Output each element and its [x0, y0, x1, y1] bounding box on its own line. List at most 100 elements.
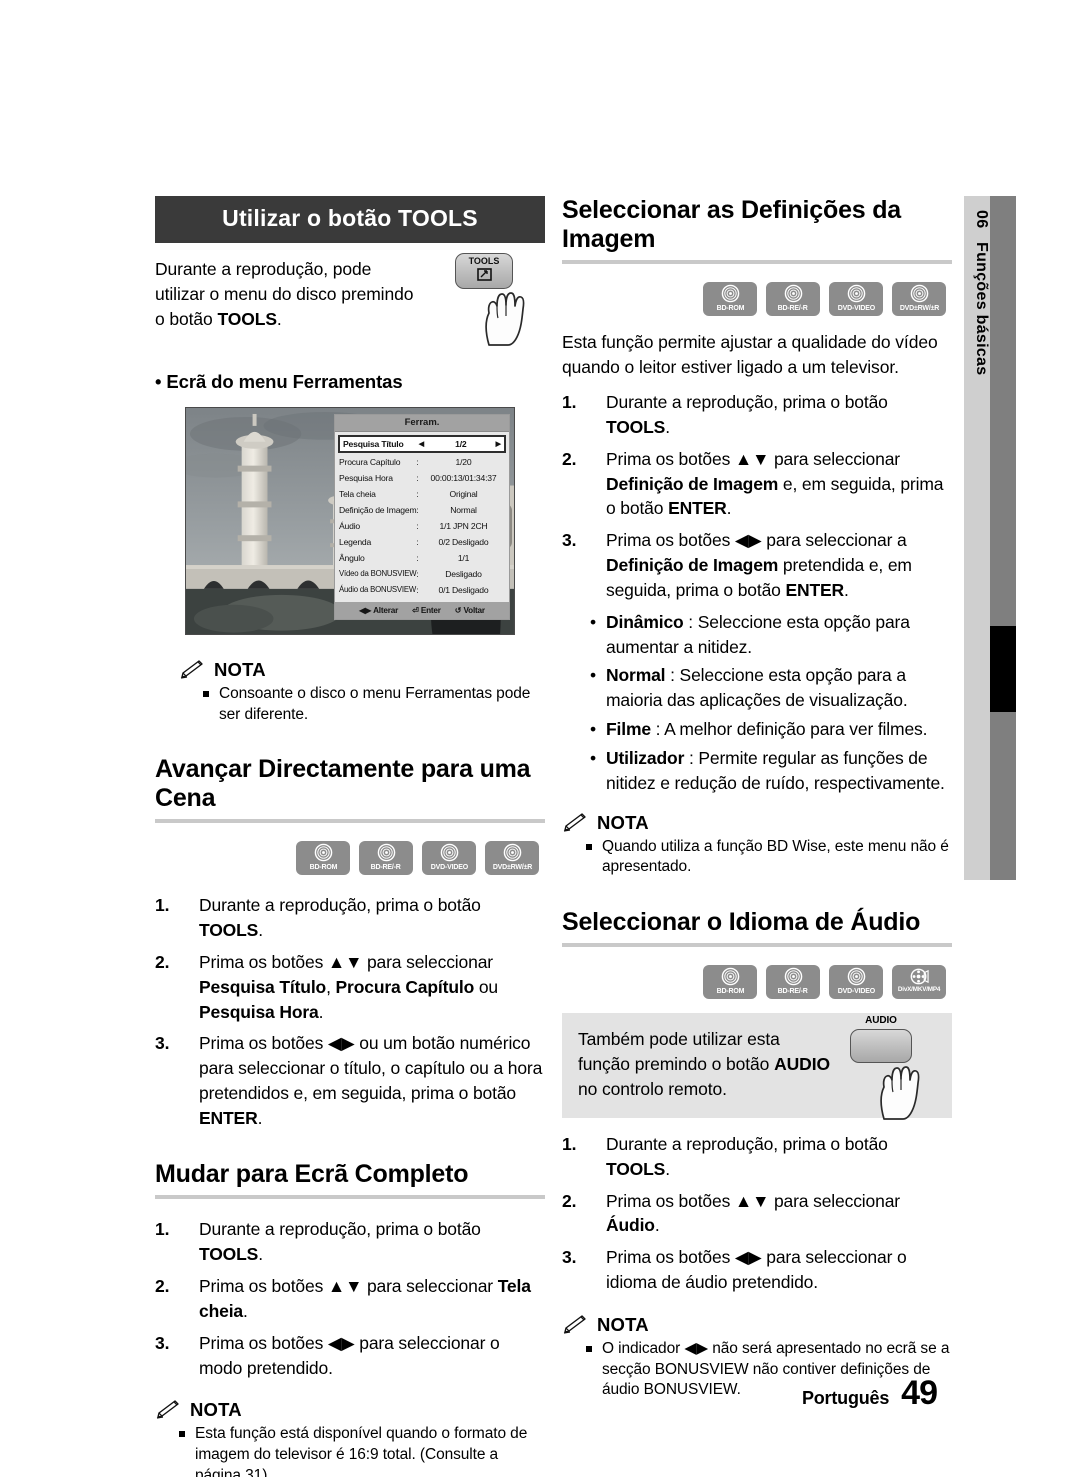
nota-label: NOTA — [597, 1314, 649, 1335]
menu-row-value: 1/20 — [455, 456, 472, 467]
disc-glyph-icon — [440, 843, 458, 862]
disc-icon-bd-rom: BD-ROM — [296, 841, 350, 876]
pencil-icon — [563, 812, 586, 832]
menu-row-value: 00:00:13/01:34:37 — [430, 472, 497, 483]
nota-header: NOTA — [562, 1314, 952, 1336]
menu-row-left-arrow-icon[interactable]: ◀ — [417, 441, 426, 448]
step-number: 3. — [562, 530, 577, 551]
left-column: Utilizar o botão TOOLS Durante a reprodu… — [155, 196, 545, 1477]
menu-row-value: 1/1 JPN 2CH — [439, 520, 488, 531]
step-item: 2. Prima os botões ▲▼ para seleccionar T… — [155, 1274, 545, 1324]
step-number: 1. — [562, 392, 577, 413]
step-number: 1. — [155, 1219, 170, 1240]
menu-row-tela-cheia[interactable]: Tela cheia : Original — [339, 486, 505, 502]
scene-section-steps: 1. Durante a reprodução, prima o botão T… — [155, 893, 545, 1131]
step-item: 2. Prima os botões ▲▼ para seleccionar P… — [155, 950, 545, 1025]
menu-row-key: Áudio — [339, 520, 360, 531]
pencil-icon — [180, 660, 203, 679]
disc-label: DVD-VIDEO — [430, 862, 468, 872]
fullscreen-section-heading: Mudar para Ecrã Completo — [155, 1159, 469, 1188]
menu-row-audio[interactable]: Áudio : 1/1 JPN 2CH — [339, 518, 505, 534]
menu-row-pesquisa-hora[interactable]: Pesquisa Hora : 00:00:13/01:34:37 — [339, 470, 505, 486]
menu-footer-voltar[interactable]: ↺ Voltar — [455, 605, 485, 615]
nota-header: NOTA — [179, 659, 545, 681]
step-item: 3. Prima os botões ◀▶ para seleccionar o… — [562, 1245, 952, 1295]
option-filme: Filme : A melhor definição para ver film… — [562, 717, 952, 742]
step-text: Prima os botões ▲▼ para seleccionar Defi… — [606, 448, 944, 519]
step-item: 2. Prima os botões ▲▼ para seleccionar Á… — [562, 1189, 952, 1239]
disc-glyph-icon — [721, 284, 739, 303]
disc-icon-bd-re-r: BD-RE/-R — [766, 965, 820, 1000]
menu-row-key: Áudio da BONUSVIEW — [339, 585, 416, 595]
step-item: 2. Prima os botões ▲▼ para seleccionar D… — [562, 447, 952, 522]
nota-label: NOTA — [597, 811, 649, 833]
menu-row-sep: : — [416, 536, 419, 547]
step-text: Prima os botões ◀▶ ou um botão numérico … — [199, 1033, 543, 1128]
chapter-label: Funções básicas — [973, 242, 990, 376]
step-item: 1. Durante a reprodução, prima o botão T… — [562, 1132, 952, 1182]
menu-row-sep: : — [416, 504, 419, 515]
menu-row-right-arrow-icon[interactable]: ▶ — [496, 441, 501, 448]
step-item: 3. Prima os botões ◀▶ para seleccionar a… — [562, 528, 952, 603]
disc-icon-dvd-rw-r: DVD±RW/±R — [485, 841, 539, 876]
audio-callout: Também pode utilizar esta função premind… — [562, 1013, 952, 1121]
menu-row-audio-bonusview[interactable]: Áudio da BONUSVIEW : 0/1 Desligado — [339, 582, 505, 598]
menu-footer-enter[interactable]: ⏎ Enter — [412, 605, 441, 615]
menu-row-sep: : — [416, 456, 419, 467]
step-item: 3. Prima os botões ◀▶ ou um botão numéri… — [155, 1031, 545, 1130]
nota-label: NOTA — [214, 659, 266, 680]
disc-icon-dvd-video: DVD-VIDEO — [829, 965, 883, 1000]
enter-key-icon: ⏎ — [412, 606, 419, 615]
disc-label: BD-RE/-R — [777, 303, 808, 312]
menu-row-procura-capitulo[interactable]: Procura Capítulo : 1/20 — [339, 454, 505, 470]
disc-icon-dvd-video: DVD-VIDEO — [829, 282, 883, 316]
menu-row-angulo[interactable]: Ângulo : 1/1 — [339, 550, 505, 566]
menu-row-key: Tela cheia — [339, 488, 376, 499]
audio-callout-text-1: Também pode utilizar esta função premind… — [578, 1029, 780, 1075]
nota-tools-menu: NOTA Consoante o disco o menu Ferramenta… — [155, 659, 545, 725]
disc-icon-bd-re-r: BD-RE/-R — [359, 841, 413, 876]
picture-section-steps: 1. Durante a reprodução, prima o botão T… — [562, 390, 952, 603]
tools-menu-title: Ferram. — [335, 415, 509, 432]
footer-page-number: 49 — [901, 1374, 938, 1412]
menu-row-key: Vídeo da BONUSVIEW — [339, 569, 417, 579]
disc-glyph-icon — [847, 968, 865, 986]
pencil-icon — [563, 1315, 586, 1334]
menu-footer-alterar[interactable]: ◀▶ Alterar — [359, 605, 398, 615]
menu-row-video-bonusview[interactable]: Vídeo da BONUSVIEW : Desligado — [339, 566, 505, 582]
nota-item: Esta função está disponível quando o for… — [155, 1424, 545, 1477]
scene-disc-icons: BD-ROM BD-RE/-R DVD-VIDEO DVD±RW/±R — [155, 841, 545, 876]
step-number: 2. — [562, 448, 577, 469]
tools-callout-bold: TOOLS — [217, 309, 277, 330]
menu-row-key: Pesquisa Título — [343, 438, 404, 449]
scene-section-heading: Avançar Directamente para uma Cena — [155, 755, 531, 812]
nota-label: NOTA — [190, 1399, 242, 1421]
audio-callout-bold: AUDIO — [774, 1054, 830, 1075]
audio-section-heading: Seleccionar o Idioma de Áudio — [562, 907, 921, 936]
menu-row-value: 1/1 — [457, 552, 470, 563]
step-text: Prima os botões ◀▶ para seleccionar a De… — [606, 530, 912, 600]
menu-footer-alterar-label: Alterar — [373, 606, 399, 615]
page-footer: Português 49 — [802, 1374, 938, 1413]
menu-row-definicao-de-imagem[interactable]: Definição de Imagem : Normal — [339, 502, 505, 518]
menu-row-legenda[interactable]: Legenda : 0/2 Desligado — [339, 534, 505, 550]
tools-callout-text-1: Durante a reprodução, pode utilizar o me… — [155, 259, 414, 330]
menu-row-sep: : — [416, 584, 419, 595]
right-column: Seleccionar as Definições da Imagem BD-R… — [562, 196, 952, 1403]
step-number: 1. — [562, 1133, 577, 1154]
return-arrow-icon: ↺ — [454, 606, 462, 615]
tools-callout-text-2: . — [276, 309, 282, 330]
audio-section-steps: 1. Durante a reprodução, prima o botão T… — [562, 1132, 952, 1295]
disc-glyph-icon — [847, 284, 865, 303]
menu-row-value: 0/2 Desligado — [438, 536, 489, 547]
nota-item: Quando utiliza a função BD Wise, este me… — [562, 837, 952, 878]
disc-icon-divx-mkv-mp4: DivX/MKV/MP4 — [892, 965, 946, 1000]
step-number: 3. — [155, 1033, 170, 1054]
tools-button-graphic: TOOLS — [449, 251, 553, 347]
disc-glyph-icon — [784, 284, 802, 303]
disc-glyph-icon — [910, 284, 928, 303]
step-number: 2. — [155, 951, 170, 972]
disc-glyph-icon — [721, 968, 739, 986]
menu-row-pesquisa-titulo[interactable]: Pesquisa Título ◀ 1/2 ▶ — [338, 435, 506, 453]
chapter-tab-text: 06 Funções básicas — [964, 196, 990, 880]
